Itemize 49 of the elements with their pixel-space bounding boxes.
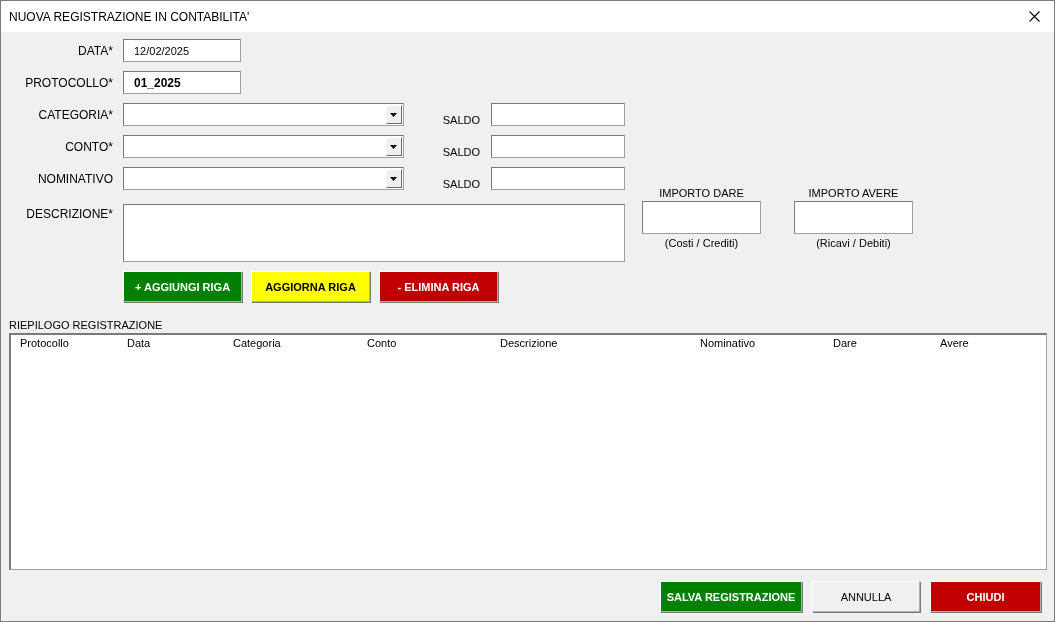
field-label: CATEGORIA* — [37, 107, 113, 122]
saldo-label: SALDO — [442, 178, 480, 190]
column-header: Dare — [833, 337, 858, 349]
caret-icon — [390, 176, 398, 181]
window-title: NUOVA REGISTRAZIONE IN CONTABILITA' — [9, 9, 250, 24]
column-header: Nominativo — [700, 337, 757, 349]
dropdown-button[interactable] — [385, 105, 402, 124]
amount-field[interactable] — [794, 201, 913, 234]
column-header: Data — [127, 337, 152, 349]
footer-button[interactable]: CHIUDI — [930, 581, 1041, 612]
caret-icon — [390, 144, 398, 149]
close-icon — [1029, 11, 1040, 22]
dropdown-button[interactable] — [385, 169, 402, 188]
field-label: CONTO* — [64, 139, 113, 154]
field-label: DATA* — [77, 43, 113, 58]
dropdown-field[interactable] — [123, 103, 404, 126]
saldo-label: SALDO — [442, 114, 480, 126]
input-field[interactable] — [123, 204, 625, 262]
column-header: Descrizione — [500, 337, 559, 349]
summary-list[interactable]: Protocollo Data Categoria Conto Descrizione Nominativo Dare Avere — [9, 333, 1047, 570]
saldo-label: SALDO — [442, 146, 480, 158]
action-button[interactable]: AGGIORNA RIGA — [251, 271, 370, 302]
amount-note: (Costi / Crediti) — [664, 237, 739, 249]
column-header: Avere — [940, 337, 970, 349]
action-button[interactable]: - ELIMINA RIGA — [379, 271, 498, 302]
amount-label: IMPORTO DARE — [659, 187, 744, 199]
amount-label: IMPORTO AVERE — [808, 187, 899, 199]
column-header: Categoria — [233, 337, 282, 349]
field-label: PROTOCOLLO* — [24, 75, 113, 90]
field-label: NOMINATIVO — [36, 171, 113, 186]
column-header: Conto — [367, 337, 398, 349]
dropdown-field[interactable] — [123, 135, 404, 158]
section-title: RIEPILOGO REGISTRAZIONE — [9, 319, 164, 331]
action-button[interactable]: + AGGIUNGI RIGA — [123, 271, 242, 302]
footer-button[interactable]: ANNULLA — [812, 581, 920, 612]
input-field[interactable] — [491, 167, 625, 190]
footer-button[interactable]: SALVA REGISTRAZIONE — [660, 581, 802, 612]
input-field[interactable]: 12/02/2025 — [123, 39, 241, 62]
close-button[interactable] — [1027, 9, 1042, 24]
input-field[interactable] — [491, 135, 625, 158]
amount-field[interactable] — [642, 201, 761, 234]
input-field[interactable] — [491, 103, 625, 126]
dropdown-button[interactable] — [385, 137, 402, 156]
column-header: Protocollo — [20, 337, 70, 349]
dropdown-field[interactable] — [123, 167, 404, 190]
amount-note: (Ricavi / Debiti) — [816, 237, 891, 249]
field-label: DESCRIZIONE* — [25, 206, 113, 221]
input-field[interactable]: 01_2025 — [123, 71, 241, 94]
caret-icon — [390, 112, 398, 117]
